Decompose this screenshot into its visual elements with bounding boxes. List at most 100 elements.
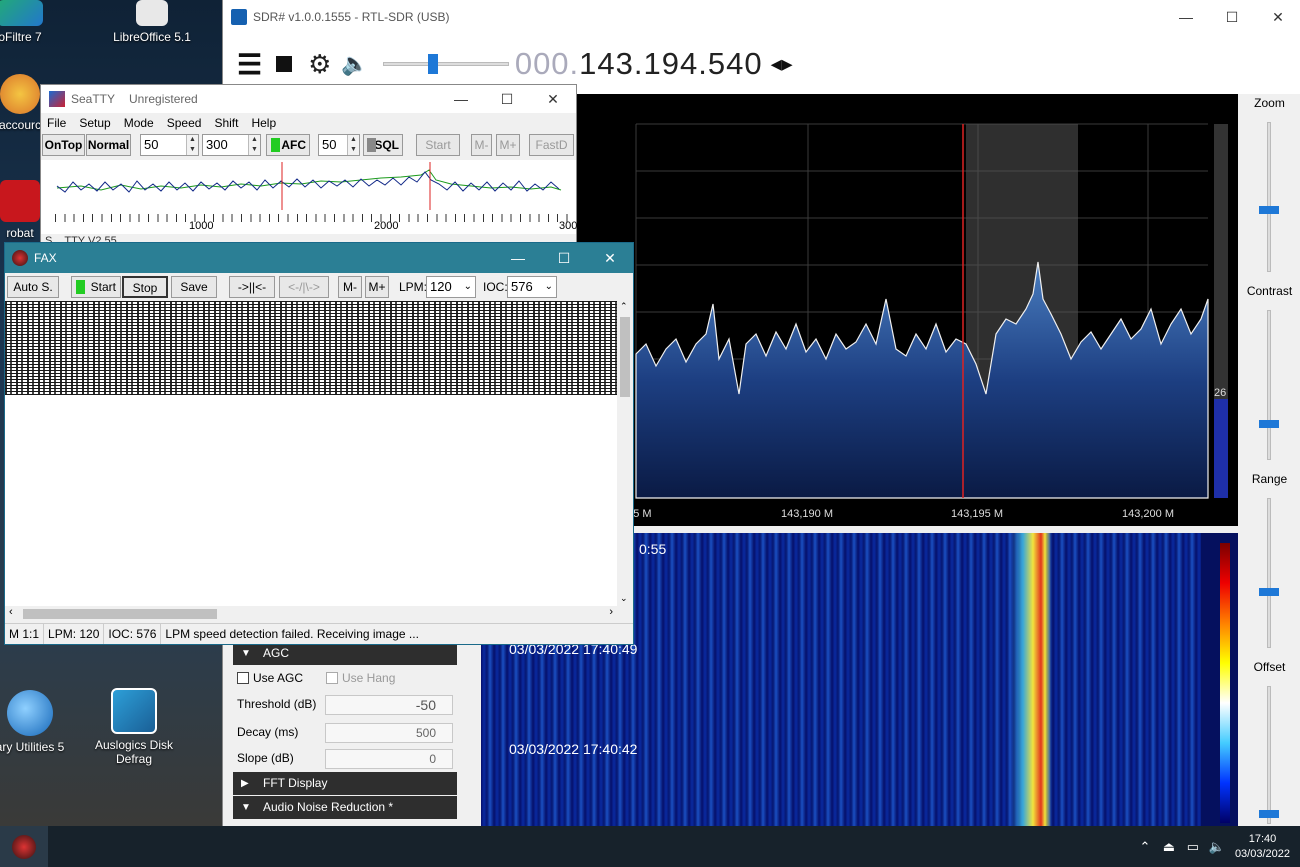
system-tray: ⌃ ⏏ ▭ 🔈 17:40 03/03/2022: [1133, 826, 1300, 867]
agc-section-header[interactable]: ▼ AGC: [233, 642, 457, 665]
range-slider[interactable]: [1267, 498, 1271, 648]
spinner-arrows-icon[interactable]: ▲ ▼: [248, 135, 260, 155]
volume-icon[interactable]: 🔈: [1208, 839, 1226, 855]
scroll-up-icon[interactable]: ⌃: [620, 301, 628, 312]
threshold-input[interactable]: -50: [325, 695, 453, 715]
maximize-icon[interactable]: ☐: [1209, 0, 1255, 34]
seatty-spectrum-scope[interactable]: [41, 160, 576, 212]
scroll-right-icon[interactable]: ›: [609, 606, 613, 618]
waterfall-signal-trace: [1011, 533, 1051, 826]
ontop-button[interactable]: OnTop: [42, 134, 85, 156]
m-minus-button[interactable]: M-: [471, 134, 492, 156]
menu-speed[interactable]: Speed: [167, 116, 202, 130]
maximize-icon[interactable]: ☐: [541, 243, 587, 273]
sdr-app-icon: [231, 9, 247, 25]
contrast-slider[interactable]: [1267, 310, 1271, 460]
spinner-arrows-icon[interactable]: ▲ ▼: [186, 135, 198, 155]
spinner-arrows-icon[interactable]: ▲ ▼: [347, 135, 359, 155]
m-plus-button[interactable]: M+: [496, 134, 520, 156]
scale-label: 1000: [189, 220, 214, 232]
gear-icon[interactable]: ⚙: [308, 49, 331, 80]
scroll-left-icon[interactable]: ‹: [9, 606, 13, 618]
vscroll-thumb[interactable]: [620, 317, 630, 397]
slope-input[interactable]: 0: [325, 749, 453, 769]
range-slider-thumb[interactable]: [1259, 588, 1279, 596]
lpm-select[interactable]: 120 ⌄: [426, 276, 476, 298]
menu-mode[interactable]: Mode: [124, 116, 154, 130]
minimize-icon[interactable]: —: [495, 243, 541, 273]
decay-input[interactable]: 500: [325, 723, 453, 743]
normal-button[interactable]: Normal: [86, 134, 131, 156]
sdr-window-title: SDR# v1.0.0.1555 - RTL-SDR (USB): [253, 10, 450, 24]
menu-setup[interactable]: Setup: [79, 116, 110, 130]
zoom-slider-thumb[interactable]: [1259, 206, 1279, 214]
offset-slider-thumb[interactable]: [1259, 810, 1279, 818]
close-icon[interactable]: ✕: [1255, 0, 1300, 34]
use-hang-checkbox[interactable]: [326, 672, 338, 684]
fft-display-header[interactable]: ▶ FFT Display: [233, 772, 457, 795]
use-agc-label: Use AGC: [253, 671, 304, 685]
align-button[interactable]: ->||<-: [229, 276, 275, 298]
network-icon[interactable]: ▭: [1184, 839, 1202, 855]
shift-button[interactable]: <-/|\->: [279, 276, 329, 298]
fax-vertical-scrollbar[interactable]: ⌃ ⌄: [617, 301, 633, 606]
frequency-display[interactable]: 000.143.194.540: [515, 46, 763, 82]
speaker-icon[interactable]: 🔈: [341, 51, 368, 77]
taskbar-fax-app[interactable]: [0, 826, 48, 867]
sql-button[interactable]: SQL: [363, 134, 403, 156]
status-message: LPM speed detection failed. Receiving im…: [165, 627, 419, 641]
fax-stop-button[interactable]: Stop: [122, 276, 168, 298]
zoom-slider[interactable]: [1267, 122, 1271, 272]
fax-taskbar-icon: [12, 834, 36, 859]
sql-spinner[interactable]: 50 ▲ ▼: [318, 134, 360, 156]
fax-m-plus-button[interactable]: M+: [365, 276, 389, 298]
close-icon[interactable]: ✕: [587, 243, 633, 273]
fax-start-button[interactable]: Start: [71, 276, 121, 298]
shift-spinner[interactable]: 300 ▲ ▼: [202, 134, 261, 156]
menu-file[interactable]: File: [47, 116, 66, 130]
fax-image-area[interactable]: [5, 301, 617, 606]
waterfall-timestamp: 03/03/2022 17:40:42: [509, 741, 638, 757]
fax-m-minus-button[interactable]: M-: [338, 276, 362, 298]
usb-icon[interactable]: ⏏: [1160, 839, 1178, 855]
desktop-icon-label: Auslogics Disk Defrag: [94, 738, 174, 766]
level-meter-value: 26: [1214, 387, 1227, 399]
minimize-icon[interactable]: —: [1163, 0, 1209, 34]
chevron-up-icon[interactable]: ⌃: [1136, 839, 1154, 855]
volume-thumb[interactable]: [427, 54, 438, 74]
desktop-icon-ofiltre[interactable]: oFiltre 7: [0, 0, 70, 44]
menu-icon[interactable]: ☰: [237, 48, 262, 81]
auto-sync-button[interactable]: Auto S.: [7, 276, 59, 298]
desktop-icon-libreoffice[interactable]: LibreOffice 5.1: [102, 0, 202, 44]
hscroll-thumb[interactable]: [23, 609, 217, 619]
tuning-arrows-icon[interactable]: ◂▸: [771, 51, 793, 77]
volume-track: [382, 62, 509, 66]
anr-header[interactable]: ▼ Audio Noise Reduction *: [233, 796, 457, 819]
fax-horizontal-scrollbar[interactable]: ‹ ›: [5, 606, 617, 622]
volume-slider[interactable]: [382, 54, 509, 74]
menu-shift[interactable]: Shift: [214, 116, 238, 130]
speed-spinner[interactable]: 50 ▲ ▼: [140, 134, 199, 156]
use-agc-checkbox[interactable]: [237, 672, 249, 684]
contrast-slider-thumb[interactable]: [1259, 420, 1279, 428]
offset-slider[interactable]: [1267, 686, 1271, 824]
seatty-registration: Unregistered: [129, 92, 198, 106]
desktop-icon-auslogics[interactable]: Auslogics Disk Defrag: [84, 688, 184, 766]
scroll-down-icon[interactable]: ⌄: [620, 593, 628, 604]
close-icon[interactable]: ✕: [530, 85, 576, 113]
lpm-label: LPM:: [399, 280, 428, 294]
use-hang-label: Use Hang: [342, 671, 396, 685]
taskbar-clock[interactable]: 17:40 03/03/2022: [1235, 832, 1290, 862]
minimize-icon[interactable]: —: [438, 85, 484, 113]
start-button[interactable]: Start: [416, 134, 460, 156]
fastd-button[interactable]: FastD: [529, 134, 574, 156]
afc-button[interactable]: AFC: [266, 134, 310, 156]
ioc-label: IOC:: [483, 280, 508, 294]
fax-save-button[interactable]: Save: [171, 276, 217, 298]
stop-icon[interactable]: [276, 56, 293, 72]
menu-help[interactable]: Help: [251, 116, 276, 130]
ioc-select[interactable]: 576 ⌄: [507, 276, 557, 298]
clock-date: 03/03/2022: [1234, 847, 1290, 860]
maximize-icon[interactable]: ☐: [484, 85, 530, 113]
desktop-icon-utilities[interactable]: ary Utilities 5: [0, 690, 80, 754]
